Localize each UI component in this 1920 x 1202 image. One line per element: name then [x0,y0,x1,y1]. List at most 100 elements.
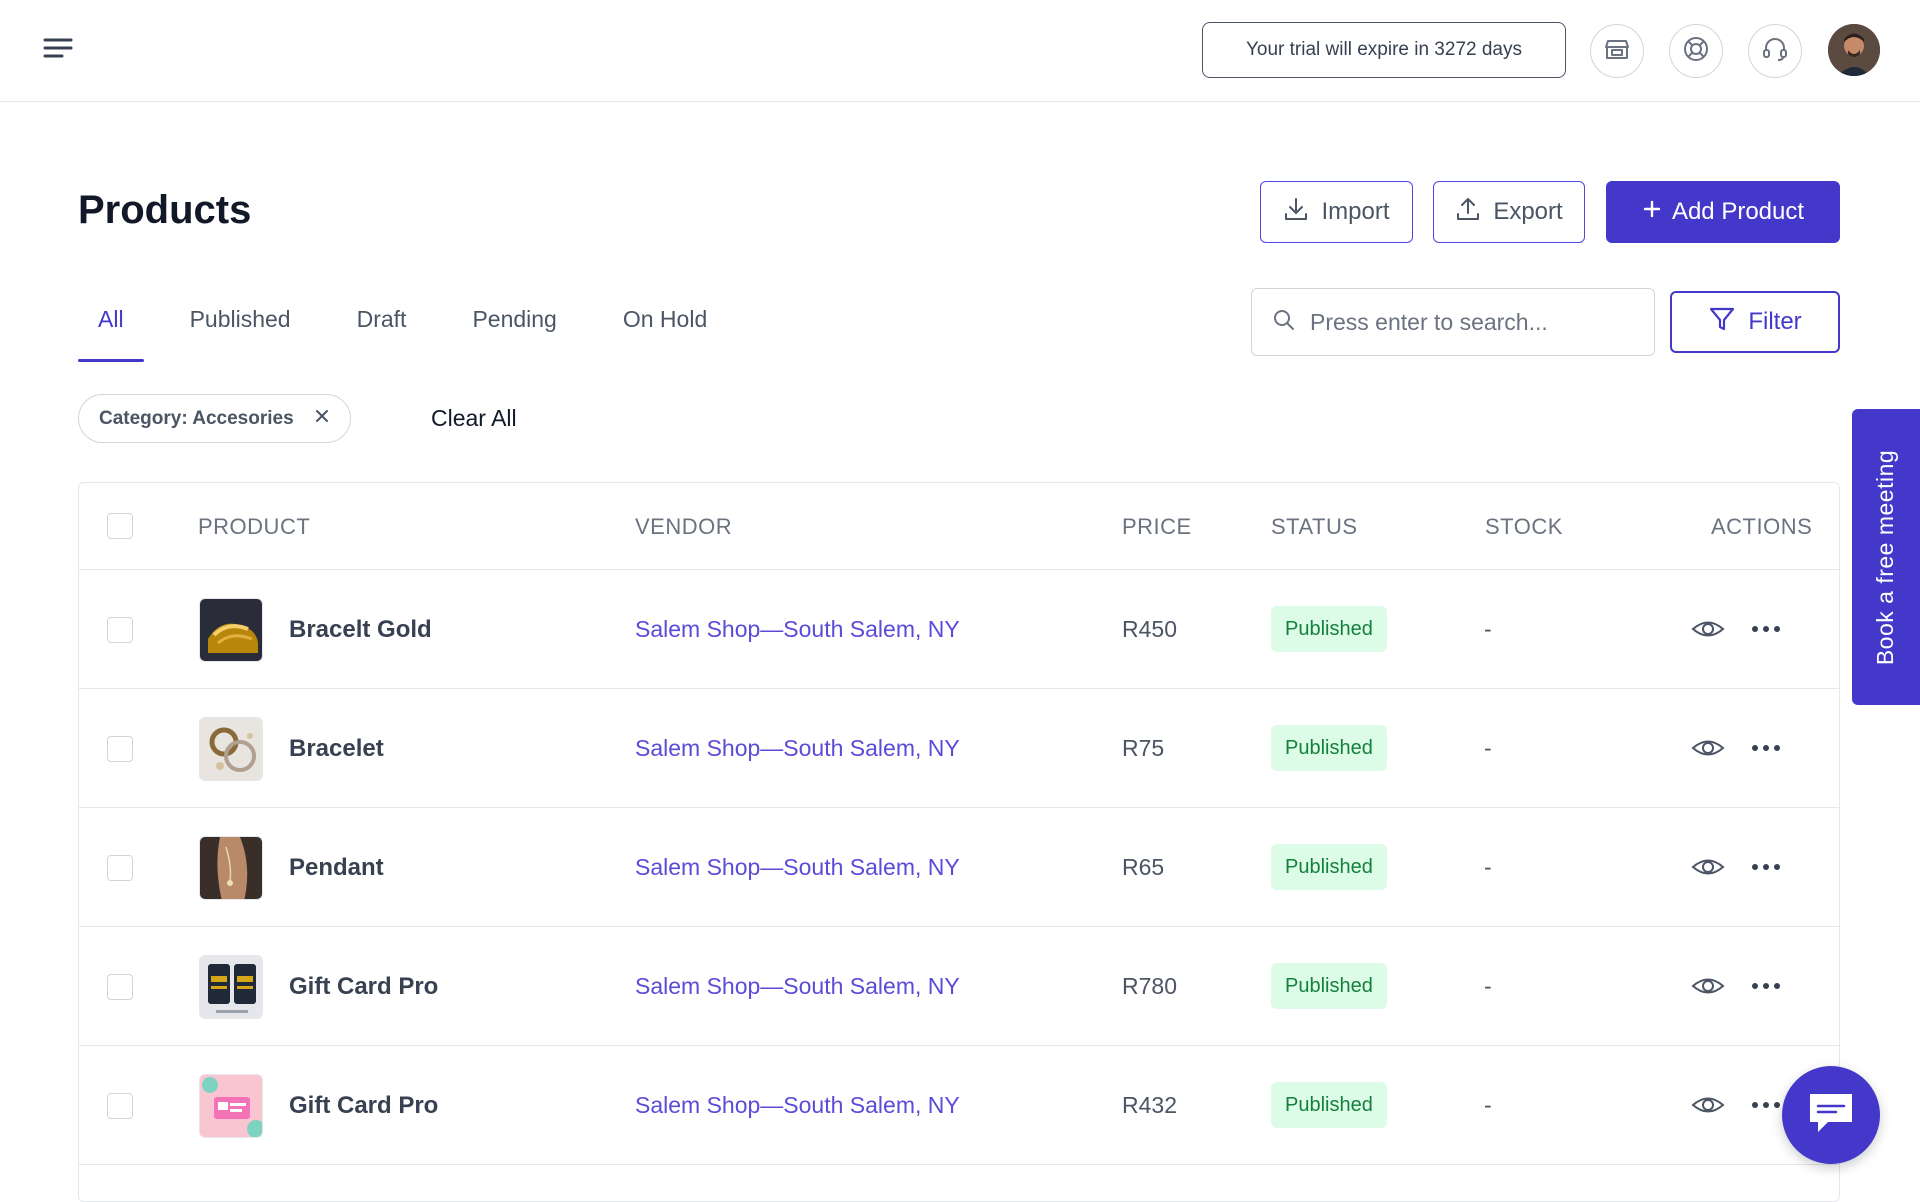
eye-icon[interactable] [1691,971,1725,1001]
product-thumbnail [199,717,263,781]
search-icon [1272,308,1296,337]
product-thumbnail [199,598,263,662]
tab-all[interactable]: All [78,296,144,362]
hamburger-menu-icon[interactable] [40,32,76,68]
chat-button[interactable] [1782,1066,1880,1164]
status-badge: Published [1271,963,1387,1009]
page-title: Products [78,188,252,232]
download-icon [1283,196,1309,229]
tab-draft[interactable]: Draft [337,296,427,352]
upload-icon [1455,196,1481,229]
row-checkbox[interactable] [107,855,133,881]
export-label: Export [1493,198,1563,225]
product-name[interactable]: Gift Card Pro [289,1092,438,1120]
store-icon [1604,36,1630,67]
filter-label: Filter [1748,308,1802,335]
help-button[interactable] [1669,24,1723,78]
trial-notice-text: Your trial will expire in 3272 days [1245,39,1522,60]
tab-pending[interactable]: Pending [452,296,576,352]
chat-bubble-icon [1806,1090,1856,1141]
support-button[interactable] [1748,24,1802,78]
product-price: R65 [1122,854,1165,880]
vendor-link[interactable]: Salem Shop—South Salem, NY [635,1092,960,1119]
row-checkbox[interactable] [107,1093,133,1119]
top-bar: Your trial will expire in 3272 days [0,0,1920,102]
product-name[interactable]: Pendant [289,854,384,882]
product-price: R450 [1122,616,1177,642]
column-header-actions: ACTIONS [1711,514,1813,539]
eye-icon[interactable] [1691,1090,1725,1120]
funnel-icon [1708,305,1736,340]
product-name[interactable]: Bracelt Gold [289,616,432,644]
vendor-link[interactable]: Salem Shop—South Salem, NY [635,973,960,1000]
import-button[interactable]: Import [1260,181,1413,243]
lifebuoy-icon [1682,35,1710,68]
book-meeting-label: Book a free meeting [1872,449,1899,665]
product-stock: - [1484,973,1492,999]
table-row[interactable]: Gift Card Pro Salem Shop—South Salem, NY… [79,927,1839,1046]
more-options-icon[interactable] [1750,975,1782,997]
active-filter-chip: Category: Accesories [78,394,351,443]
search-input[interactable] [1310,308,1630,336]
status-tabs: All Published Draft Pending On Hold [78,296,753,362]
column-header-status: STATUS [1271,514,1358,539]
product-stock: - [1484,735,1492,761]
filter-button[interactable]: Filter [1670,291,1840,353]
headset-icon [1761,35,1789,68]
column-header-vendor: VENDOR [635,514,733,539]
status-badge: Published [1271,606,1387,652]
column-header-product: PRODUCT [198,514,311,539]
product-name[interactable]: Bracelet [289,735,384,763]
table-row[interactable]: Bracelet Salem Shop—South Salem, NY R75 … [79,689,1839,808]
product-thumbnail [199,1074,263,1138]
store-button[interactable] [1590,24,1644,78]
trial-notice-button[interactable]: Your trial will expire in 3272 days [1202,22,1566,78]
search-box [1251,288,1655,356]
row-checkbox[interactable] [107,736,133,762]
column-header-price: PRICE [1122,514,1192,539]
select-all-checkbox[interactable] [107,513,133,539]
tab-published[interactable]: Published [170,296,311,352]
product-price: R75 [1122,735,1165,761]
column-header-stock: STOCK [1485,514,1563,539]
more-options-icon[interactable] [1750,856,1782,878]
table-row[interactable]: Gift Card Pro Salem Shop—South Salem, NY… [79,1046,1839,1165]
add-product-button[interactable]: Add Product [1606,181,1840,243]
add-product-label: Add Product [1671,198,1805,225]
vendor-link[interactable]: Salem Shop—South Salem, NY [635,616,960,643]
product-thumbnail [199,955,263,1019]
filter-chip-label: Category: Accesories [99,407,294,429]
vendor-link[interactable]: Salem Shop—South Salem, NY [635,735,960,762]
product-price: R780 [1122,973,1177,999]
products-table: PRODUCT VENDOR PRICE STATUS STOCK ACTION… [78,482,1840,1202]
product-stock: - [1484,616,1492,642]
table-row[interactable]: Pendant Salem Shop—South Salem, NY R65 P… [79,808,1839,927]
status-badge: Published [1271,1082,1387,1128]
more-options-icon[interactable] [1750,737,1782,759]
table-row[interactable]: Bracelt Gold Salem Shop—South Salem, NY … [79,570,1839,689]
product-price: R432 [1122,1092,1177,1118]
eye-icon[interactable] [1691,852,1725,882]
eye-icon[interactable] [1691,733,1725,763]
product-thumbnail [199,836,263,900]
close-icon[interactable] [314,408,330,430]
clear-all-button[interactable]: Clear All [431,405,517,432]
table-header: PRODUCT VENDOR PRICE STATUS STOCK ACTION… [79,483,1839,570]
vendor-link[interactable]: Salem Shop—South Salem, NY [635,854,960,881]
more-options-icon[interactable] [1750,1094,1782,1116]
status-badge: Published [1271,725,1387,771]
eye-icon[interactable] [1691,614,1725,644]
import-label: Import [1321,198,1390,225]
user-avatar[interactable] [1828,24,1880,76]
product-stock: - [1484,1092,1492,1118]
book-meeting-tab[interactable]: Book a free meeting [1852,409,1920,705]
export-button[interactable]: Export [1433,181,1585,243]
row-checkbox[interactable] [107,617,133,643]
plus-icon [1642,198,1662,226]
tab-on-hold[interactable]: On Hold [603,296,727,352]
row-checkbox[interactable] [107,974,133,1000]
more-options-icon[interactable] [1750,618,1782,640]
product-stock: - [1484,854,1492,880]
status-badge: Published [1271,844,1387,890]
product-name[interactable]: Gift Card Pro [289,973,438,1001]
